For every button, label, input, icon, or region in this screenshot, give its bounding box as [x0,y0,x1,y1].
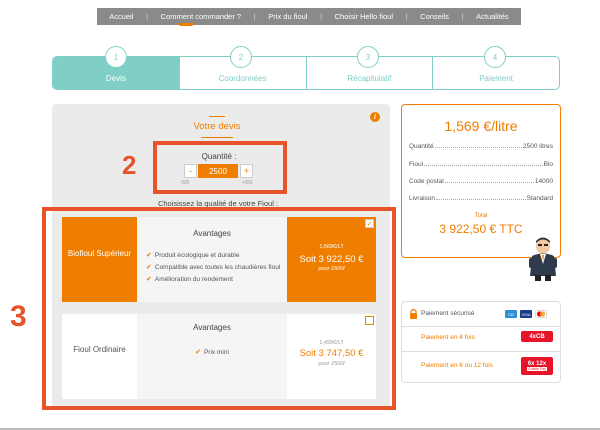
annotation-number-3: 3 [10,300,27,333]
divider [402,326,560,327]
nav-separator: | [405,12,408,21]
summary-row-quantite: Quantité 2500 litres [409,143,553,150]
offer-select-checkbox[interactable] [365,316,374,325]
step-label: Récapitulatif [347,74,392,83]
offer-select-checkbox[interactable]: ✓ [365,219,374,228]
nav-separator: | [253,12,256,21]
nav-choisir-hello-fioul[interactable]: Choisir Hello fioul [335,12,393,21]
check-icon: ✔ [146,276,152,283]
cofidis-badge-brand: Cofidis Pay [527,367,547,371]
offer-per-quantity: pour 2500l [318,266,345,272]
quantity-min-hint: -50l [180,180,190,186]
summary-row-fioul: Fioul Bio [409,161,553,168]
nav-accueil[interactable]: Accueil [109,12,133,21]
total-label: Total [474,213,488,219]
mascot-icon [529,237,557,281]
advantage-text: Compatible avec toutes les chaudières fi… [154,264,281,271]
offer-biofioul-card[interactable] [62,217,137,302]
nav-comment-commander[interactable]: Comment commander ? [161,12,241,21]
summary-label: Code postal [409,178,444,185]
advantage-text: Prix mini [203,349,229,356]
quantity-input[interactable]: 2500 [198,164,238,178]
nav-conseils[interactable]: Conseils [420,12,449,21]
summary-value: Standard [526,195,553,202]
offer-name: Fioul Ordinaire [73,345,126,354]
quantity-max-hint: +50l [242,180,253,186]
title-underline [201,137,233,138]
quantity-plus-button[interactable]: + [240,164,253,178]
total-amount: 3 922,50 € TTC [439,222,523,236]
pay-6-12-times-label[interactable]: Paiement en 6 ou 12 fois [421,362,493,369]
divider [402,351,560,352]
offer-name: Biofioul Supérieur [67,249,132,258]
nav-actualites[interactable]: Actualités [476,12,509,21]
cb-card-icon: CB [505,310,517,318]
advantages-title: Avantages [193,229,231,238]
pay-4-times-label[interactable]: Paiement en 4 fois [421,334,475,341]
offer-ordinaire-card[interactable] [62,314,137,399]
offer-total-price: Soit 3 747,50 € [299,348,364,359]
step-number-3: 3 [357,46,379,68]
quantity-minus-button[interactable]: - [184,164,197,178]
step-label: Paiement [479,74,514,83]
list-item: ✔ Compatible avec toutes les chaudières f… [146,263,281,272]
quantity-label: Quantité : [201,152,237,161]
summary-value: Bio [543,161,553,168]
check-icon: ✔ [146,264,152,271]
nav-separator: | [320,12,323,21]
summary-label: Livraison [409,195,436,202]
list-item: ✔ Produit écologique et durable [146,251,281,260]
step-label: Devis [105,74,126,83]
check-icon: ✔ [146,252,152,259]
offer-unit-price: 1,569€/LT [319,244,344,250]
advantages-list: ✔ Produit écologique et durable ✔ Compatib… [146,251,281,287]
step-number-2: 2 [230,46,252,68]
summary-row-livraison: Livraison Standard [409,195,553,202]
lock-icon [410,308,417,319]
offer-per-quantity: pour 2500l [318,361,345,367]
nav-prix-du-fioul[interactable]: Prix du fioul [268,12,307,21]
top-nav: Accueil | Comment commander ? | Prix du … [97,8,521,25]
summary-row-code-postal: Code postal 14000 [409,178,553,185]
title-accent-line [209,116,225,117]
advantage-text: Amélioration du rendement [154,276,233,283]
secure-payment-label: Paiement sécurisé [421,310,475,317]
offer-unit-price: 1,499€/LT [319,340,344,346]
visa-card-icon: VISA [520,310,532,318]
nav-accent-mark [178,23,194,26]
offer-total-price: Soit 3 922,50 € [299,254,364,265]
nav-separator: | [146,12,149,21]
summary-label: Quantité [409,143,434,150]
info-icon[interactable]: i [370,112,380,122]
summary-value: 14000 [534,178,553,185]
cofidis-badge: 6x 12x Cofidis Pay [521,357,553,375]
advantage-text: Produit écologique et durable [154,252,240,259]
step-number-1: 1 [105,46,127,68]
devis-title: Votre devis [193,121,241,132]
advantages-title: Avantages [193,323,231,332]
check-icon: ✔ [195,349,201,356]
mastercard-icon [535,310,547,318]
step-label: Coordonnées [218,74,267,83]
summary-value: 2500 litres [523,143,553,150]
step-number-4: 4 [484,46,506,68]
price-per-litre: 1,569 €/litre [444,118,518,134]
annotation-number-2: 2 [122,150,137,180]
list-item: ✔ Amélioration du rendement [146,275,281,284]
list-item: ✔ Prix mini [137,348,287,357]
nav-separator: | [461,12,464,21]
4xcb-badge: 4xCB [521,331,553,342]
summary-label: Fioul [409,161,424,168]
